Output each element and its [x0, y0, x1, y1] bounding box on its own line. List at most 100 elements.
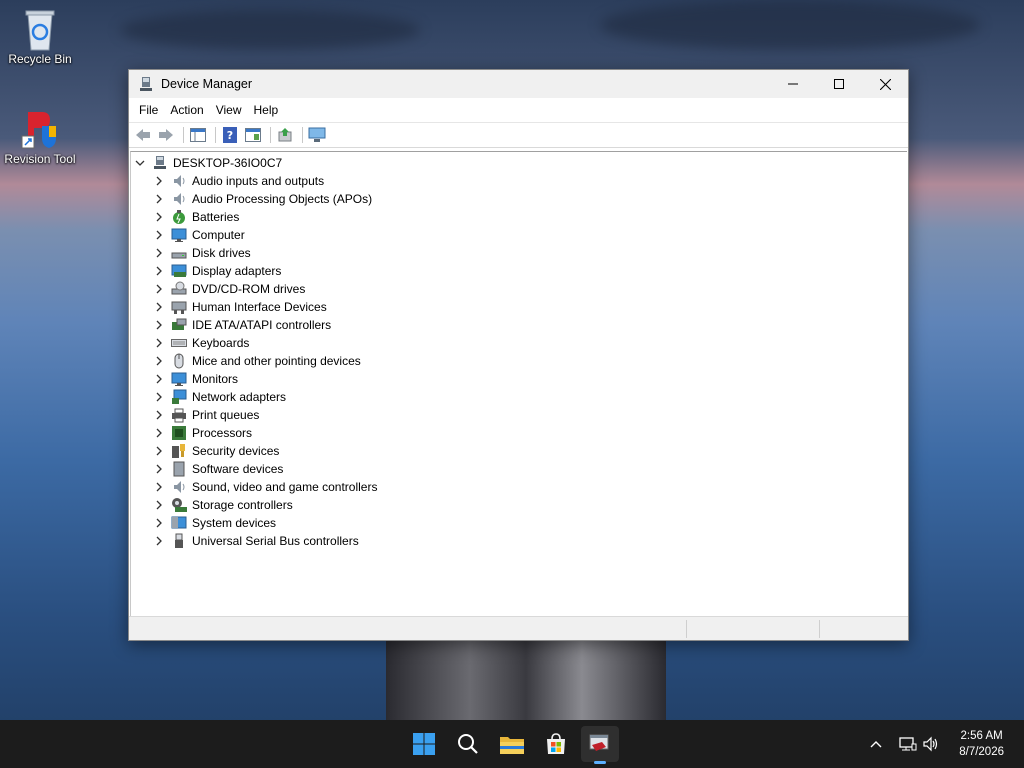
computer-icon — [152, 155, 168, 171]
chevron-right-icon[interactable] — [153, 319, 165, 331]
volume-control[interactable] — [920, 736, 942, 752]
chevron-right-icon[interactable] — [153, 337, 165, 349]
chevron-right-icon[interactable] — [153, 373, 165, 385]
chevron-right-icon[interactable] — [153, 517, 165, 529]
back-button[interactable] — [133, 126, 153, 144]
tree-item-label: Software devices — [192, 462, 284, 476]
tree-item[interactable]: IDE ATA/ATAPI controllers — [153, 316, 331, 334]
close-icon — [879, 78, 891, 90]
clock-date: 8/7/2026 — [959, 746, 1004, 758]
chevron-right-icon[interactable] — [153, 535, 165, 547]
desktop-icon-recycle-bin[interactable]: Recycle Bin — [2, 8, 78, 66]
start-button[interactable] — [405, 726, 443, 762]
chevron-right-icon[interactable] — [153, 247, 165, 259]
tree-item-label: Display adapters — [192, 264, 282, 278]
search-button[interactable] — [449, 726, 487, 762]
chevron-right-icon[interactable] — [153, 481, 165, 493]
tree-item[interactable]: Mice and other pointing devices — [153, 352, 361, 370]
clock[interactable]: 2:56 AM 8/7/2026 — [959, 728, 1004, 760]
chevron-right-icon[interactable] — [153, 301, 165, 313]
properties-button[interactable] — [243, 126, 263, 144]
tree-item[interactable]: Network adapters — [153, 388, 286, 406]
chevron-right-icon[interactable] — [153, 445, 165, 457]
tree-item[interactable]: Disk drives — [153, 244, 251, 262]
menu-view[interactable]: View — [210, 99, 248, 121]
tree-item[interactable]: Sound, video and game controllers — [153, 478, 377, 496]
folder-icon — [500, 737, 524, 754]
status-bar-divider — [819, 620, 820, 638]
file-explorer-button[interactable] — [493, 726, 531, 762]
tree-item[interactable]: Human Interface Devices — [153, 298, 327, 316]
store-icon — [547, 733, 565, 754]
chevron-right-icon[interactable] — [153, 175, 165, 187]
toolbar: ? — [129, 122, 908, 148]
tree-item[interactable]: System devices — [153, 514, 276, 532]
chevron-right-icon[interactable] — [153, 265, 165, 277]
update-driver-button[interactable] — [275, 126, 295, 144]
forward-button[interactable] — [156, 126, 176, 144]
menu-action[interactable]: Action — [164, 99, 209, 121]
tree-item[interactable]: Storage controllers — [153, 496, 293, 514]
tree-item[interactable]: Processors — [153, 424, 252, 442]
tree-item[interactable]: Batteries — [153, 208, 239, 226]
svg-text:?: ? — [227, 129, 233, 142]
back-arrow-icon — [136, 129, 150, 141]
desktop-icon-revision-tool[interactable]: Revision Tool — [2, 108, 78, 166]
tree-item[interactable]: Audio Processing Objects (APOs) — [153, 190, 372, 208]
hid-icon — [171, 299, 187, 315]
toolbar-separator — [270, 127, 271, 143]
device-manager-taskbar-button[interactable] — [581, 726, 619, 764]
tree-item-label: IDE ATA/ATAPI controllers — [192, 318, 332, 332]
chevron-right-icon[interactable] — [153, 193, 165, 205]
chevron-right-icon[interactable] — [153, 355, 165, 367]
window-title: Device Manager — [161, 77, 253, 91]
chevron-right-icon[interactable] — [153, 409, 165, 421]
tree-item[interactable]: Monitors — [153, 370, 238, 388]
menu-file[interactable]: File — [133, 99, 164, 121]
show-hidden-icons-button[interactable] — [866, 740, 886, 748]
tree-item[interactable]: Security devices — [153, 442, 279, 460]
tree-item[interactable]: Audio inputs and outputs — [153, 172, 324, 190]
processor-icon — [171, 425, 187, 441]
chevron-right-icon[interactable] — [153, 229, 165, 241]
tree-item-label: Monitors — [192, 372, 239, 386]
forward-arrow-icon — [159, 129, 173, 141]
device-manager-icon — [589, 734, 609, 751]
close-button[interactable] — [862, 70, 908, 98]
battery-icon — [171, 209, 187, 225]
device-manager-window: Device Manager File Action View Help ? D… — [128, 69, 909, 641]
chevron-right-icon[interactable] — [153, 463, 165, 475]
tree-item[interactable]: Keyboards — [153, 334, 249, 352]
tree-item-label: Network adapters — [192, 390, 287, 404]
clock-time: 2:56 AM — [960, 730, 1003, 742]
minimize-button[interactable] — [770, 70, 816, 98]
chevron-down-icon[interactable] — [134, 157, 146, 169]
device-tree: DESKTOP-36IO0C7 Audio inputs and outputs… — [130, 151, 907, 616]
tree-item[interactable]: DVD/CD-ROM drives — [153, 280, 305, 298]
microsoft-store-button[interactable] — [537, 726, 575, 762]
tree-item-label: Keyboards — [192, 336, 250, 350]
maximize-button[interactable] — [816, 70, 862, 98]
tree-item[interactable]: Universal Serial Bus controllers — [153, 532, 359, 550]
scan-hardware-button[interactable] — [307, 126, 327, 144]
tree-item-label: Disk drives — [192, 246, 251, 260]
tree-item[interactable]: Software devices — [153, 460, 283, 478]
help-button[interactable]: ? — [220, 126, 240, 144]
chevron-right-icon[interactable] — [153, 427, 165, 439]
chevron-right-icon[interactable] — [153, 391, 165, 403]
desktop-icon-label: Revision Tool — [4, 152, 76, 166]
chevron-right-icon[interactable] — [153, 211, 165, 223]
speaker-icon — [171, 191, 187, 207]
menu-help[interactable]: Help — [248, 99, 285, 121]
monitor-icon — [171, 227, 187, 243]
network-status[interactable] — [896, 736, 920, 752]
tree-item[interactable]: Print queues — [153, 406, 259, 424]
show-hide-console-tree-button[interactable] — [188, 126, 208, 144]
device-manager-icon — [138, 76, 154, 92]
chevron-right-icon[interactable] — [153, 283, 165, 295]
chevron-right-icon[interactable] — [153, 499, 165, 511]
tree-root[interactable]: DESKTOP-36IO0C7 — [134, 154, 282, 172]
tree-item[interactable]: Computer — [153, 226, 245, 244]
tree-item[interactable]: Display adapters — [153, 262, 281, 280]
title-bar[interactable]: Device Manager — [129, 70, 908, 98]
